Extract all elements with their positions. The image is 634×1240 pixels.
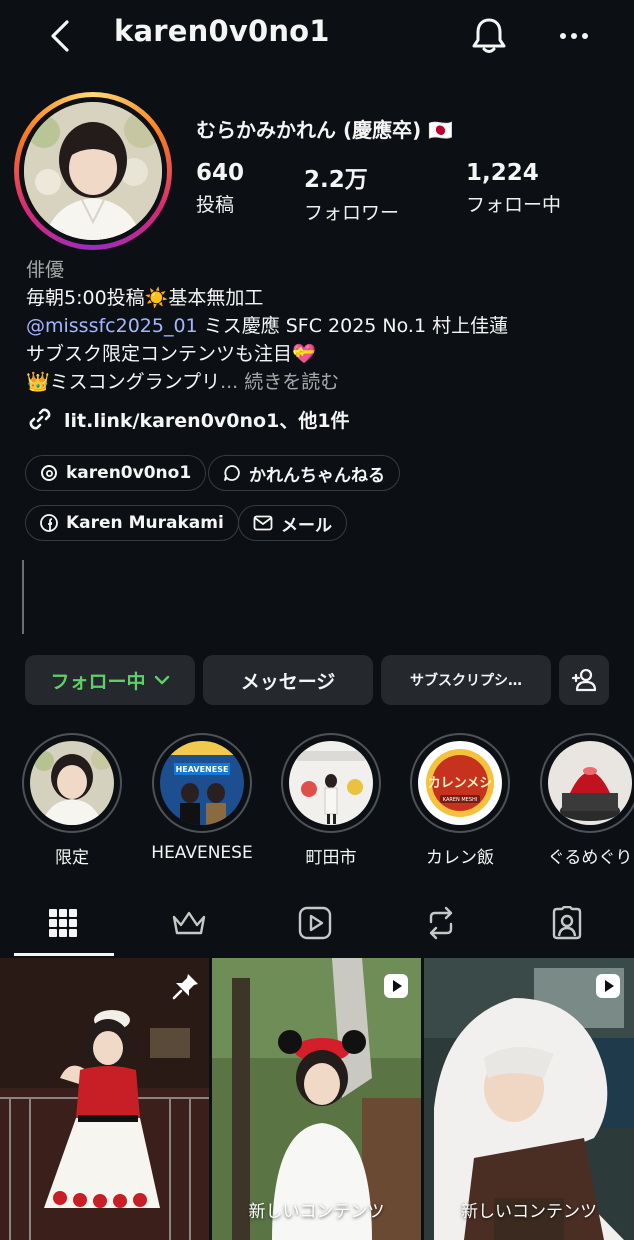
highlight-gourmet[interactable]: ぐるめぐり	[538, 733, 634, 868]
stat-followers-value: 2.2万	[304, 167, 368, 193]
post-tile-1[interactable]	[0, 958, 209, 1240]
bell-icon	[472, 18, 506, 53]
highlight-karen-meshi-cover: カレンメシ KAREN MESHI	[418, 741, 502, 825]
tab-posts[interactable]	[0, 892, 126, 954]
more-options-button[interactable]	[552, 18, 596, 54]
more-horizontal-icon	[560, 33, 588, 39]
stat-followers[interactable]: 2.2万 フォロワー	[304, 160, 399, 225]
avatar-photo	[24, 102, 162, 240]
repost-icon	[429, 906, 453, 940]
following-button-label: フォロー中	[50, 670, 146, 693]
highlight-karen-meshi[interactable]: カレンメシ KAREN MESHI カレン飯	[408, 733, 512, 868]
text-cursor	[22, 560, 24, 634]
stat-posts-value: 640	[196, 160, 245, 186]
stat-following[interactable]: 1,224 フォロー中	[466, 160, 561, 217]
grid-icon	[49, 909, 77, 937]
highlight-gourmet-cover	[548, 741, 632, 825]
highlight-heavenese-sign: HEAVENESE	[176, 765, 229, 774]
following-button[interactable]: フォロー中	[25, 655, 195, 705]
threads-chip-label: karen0v0no1	[66, 463, 192, 483]
threads-chip[interactable]: karen0v0no1	[25, 455, 207, 491]
highlight-karen-meshi-sign: カレンメシ	[428, 776, 493, 791]
highlight-machida-cover	[289, 741, 373, 825]
mail-icon	[253, 515, 273, 531]
stat-followers-label: フォロワー	[304, 202, 400, 224]
threads-icon	[41, 465, 57, 481]
tab-subscriptions[interactable]	[126, 892, 252, 954]
bio-line-2: @misssfc2025_01 ミス慶應 SFC 2025 No.1 村上佳蓮	[26, 312, 508, 340]
profile-link[interactable]: lit.link/karen0v0no1、他1件	[26, 405, 350, 433]
channel-chip-label: かれんちゃんねる	[249, 465, 385, 486]
stat-following-value: 1,224	[466, 160, 539, 186]
highlight-heavenese-label: HEAVENESE	[151, 843, 253, 863]
channel-chip[interactable]: かれんちゃんねる	[208, 455, 400, 491]
reel-icon	[384, 974, 408, 998]
stat-posts-label: 投稿	[196, 194, 235, 216]
subscription-button[interactable]: サブスクリプシ…	[381, 655, 551, 705]
crown-icon	[172, 911, 206, 935]
pin-icon	[172, 974, 198, 1000]
profile-category: 俳優	[26, 259, 65, 281]
profile-link-text: lit.link/karen0v0no1、他1件	[64, 409, 350, 432]
notifications-button[interactable]	[466, 14, 512, 58]
mail-chip[interactable]: メール	[238, 505, 347, 541]
post-3-caption: 新しいコンテンツ	[461, 1202, 597, 1222]
post-tile-2[interactable]: 新しいコンテンツ	[212, 958, 421, 1240]
facebook-chip[interactable]: Karen Murakami	[25, 505, 239, 541]
post-1-image	[0, 958, 209, 1240]
message-button-label: メッセージ	[240, 670, 336, 693]
facebook-chip-label: Karen Murakami	[66, 513, 224, 533]
facebook-icon	[40, 514, 58, 532]
subscription-button-label: サブスクリプシ…	[410, 673, 522, 689]
bio-line-3: サブスク限定コンテンツも注目💝	[26, 343, 316, 365]
tab-reposts[interactable]	[378, 892, 504, 954]
highlight-heavenese-cover: HEAVENESE	[160, 741, 244, 825]
bio-line-2-text: ミス慶應 SFC 2025 No.1 村上佳蓮	[197, 315, 509, 337]
profile-username: karen0v0no1	[114, 14, 330, 48]
bio-line-4: 👑ミスコングランプリ... 続きを読む	[26, 368, 339, 396]
highlight-limited-cover	[30, 741, 114, 825]
chevron-down-icon	[154, 675, 169, 685]
highlight-machida[interactable]: 町田市	[279, 733, 383, 868]
display-name: むらかみかれん (慶應卒) 🇯🇵	[196, 118, 454, 142]
tagged-icon	[552, 906, 582, 940]
post-tile-3[interactable]: 新しいコンテンツ	[424, 958, 634, 1240]
suggest-users-button[interactable]	[559, 655, 609, 705]
post-2-caption: 新しいコンテンツ	[248, 1202, 385, 1222]
reels-icon	[298, 906, 332, 940]
bio-line-1: 毎朝5:00投稿☀️基本無加工	[26, 287, 264, 309]
highlight-heavenese[interactable]: HEAVENESE HEAVENESE	[150, 733, 254, 863]
highlight-limited-label: 限定	[55, 848, 89, 868]
mail-chip-label: メール	[281, 515, 332, 536]
highlight-limited[interactable]: 限定	[20, 733, 124, 868]
active-tab-indicator	[14, 953, 114, 956]
highlight-machida-label: 町田市	[305, 848, 357, 868]
highlight-gourmet-label: ぐるめぐり	[547, 848, 633, 868]
add-person-icon	[571, 668, 597, 692]
stat-following-label: フォロー中	[466, 194, 562, 216]
stat-posts[interactable]: 640 投稿	[196, 160, 244, 217]
message-button[interactable]: メッセージ	[203, 655, 373, 705]
reel-icon	[596, 974, 620, 998]
bio-mention-link[interactable]: @misssfc2025_01	[26, 315, 198, 337]
tab-tagged[interactable]	[504, 892, 630, 954]
bio-more-link[interactable]: ... 続きを読む	[220, 371, 339, 393]
profile-avatar[interactable]	[14, 92, 172, 250]
chat-bubble-icon	[224, 465, 240, 481]
tab-reels[interactable]	[252, 892, 378, 954]
chevron-left-icon	[51, 20, 69, 52]
back-button[interactable]	[40, 16, 80, 56]
link-icon	[29, 408, 51, 430]
highlight-karen-meshi-subsign: KAREN MESHI	[443, 797, 477, 803]
bio-line-4-text: 👑ミスコングランプリ	[26, 371, 221, 393]
highlight-karen-meshi-label: カレン飯	[426, 848, 494, 868]
